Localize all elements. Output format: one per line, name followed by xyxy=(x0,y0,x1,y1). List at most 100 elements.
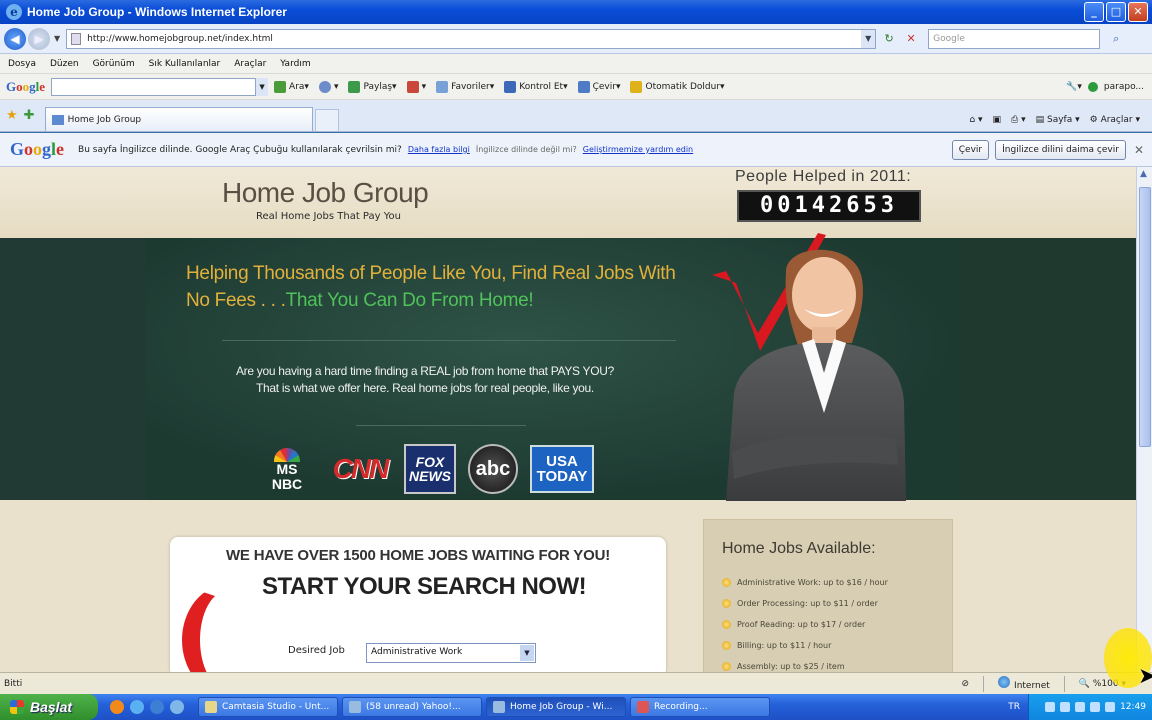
help-improve-link[interactable]: Geliştirmemize yardım edin xyxy=(583,145,693,154)
tab-label: Home Job Group xyxy=(67,114,142,125)
url-input[interactable]: http://www.homejobgroup.net/index.html ▼ xyxy=(66,28,877,49)
toolbar-favorites-button[interactable]: Favoriler ▾ xyxy=(436,80,494,93)
menu-view[interactable]: Görünüm xyxy=(93,59,135,69)
tray-app-icon[interactable] xyxy=(1075,702,1086,712)
menu-tools[interactable]: Araçlar xyxy=(234,59,266,69)
toolbar-autofill-button[interactable]: Otomatik Doldur ▾ xyxy=(630,80,725,93)
toolbar-search-label: Ara xyxy=(289,81,305,92)
search-icon[interactable]: ⌕ xyxy=(1104,32,1128,46)
popup-blocker-icon[interactable]: ⊘ xyxy=(962,679,970,689)
task-yahoo[interactable]: (58 unread) Yahoo!... xyxy=(342,697,482,717)
scroll-up-icon[interactable]: ▲ xyxy=(1140,169,1147,179)
refresh-icon[interactable]: ↻ xyxy=(880,32,898,45)
menu-edit[interactable]: Düzen xyxy=(50,59,79,69)
tray-network-icon[interactable] xyxy=(1045,702,1056,712)
search-input[interactable]: Google xyxy=(928,28,1101,49)
tools-menu-label: Araçlar xyxy=(1100,115,1133,125)
history-dropdown-icon[interactable]: ▼ xyxy=(54,34,60,43)
search-panel-heading: WE HAVE OVER 1500 HOME JOBS WAITING FOR … xyxy=(225,547,611,564)
toolbar-translate-button[interactable]: Çevir ▾ xyxy=(577,80,620,93)
maximize-button[interactable]: □ xyxy=(1106,2,1126,22)
msnbc-logo-top: MS xyxy=(276,461,298,477)
fox-news-logo-icon: FOX NEWS xyxy=(404,444,456,494)
task-label: Home Job Group - Wi... xyxy=(510,702,613,712)
print-icon[interactable]: ⎙ ▾ xyxy=(1011,115,1026,125)
list-item: Order Processing: up to $11 / order xyxy=(722,593,888,614)
profile-name[interactable]: parapo... xyxy=(1104,82,1144,92)
counter-label: People Helped in 2011: xyxy=(735,168,912,185)
menu-bar: Dosya Düzen Görünüm Sık Kullanılanlar Ar… xyxy=(0,54,1152,74)
windows-flag-icon xyxy=(10,700,24,714)
job-item-text: Order Processing: up to $11 / order xyxy=(737,599,878,608)
tab-page-icon xyxy=(51,114,64,125)
menu-file[interactable]: Dosya xyxy=(8,59,36,69)
window-titlebar[interactable]: e Home Job Group - Windows Internet Expl… xyxy=(0,0,1152,24)
spellcheck-icon xyxy=(504,80,517,93)
toolbar-globe-button[interactable]: ▾ xyxy=(318,80,338,93)
tab-bar: ★ ✚ Home Job Group ⌂ ▾ ▣ ⎙ ▾ ▤ Sayfa ▾ ⚙… xyxy=(0,100,1152,132)
toolbar-share-button[interactable]: Paylaş ▾ xyxy=(348,80,397,93)
bullet-icon xyxy=(722,620,731,629)
feeds-icon[interactable]: ▣ xyxy=(993,115,1002,125)
chevron-down-icon[interactable]: ▼ xyxy=(520,645,534,661)
wrench-icon[interactable]: 🔧▾ xyxy=(1066,82,1082,92)
stop-icon[interactable]: ✕ xyxy=(902,32,920,45)
menu-help[interactable]: Yardım xyxy=(280,59,310,69)
task-recording[interactable]: Recording... xyxy=(630,697,770,717)
google-search-input[interactable] xyxy=(51,77,257,96)
taskbar: Başlat Camtasia Studio - Unt... (58 unre… xyxy=(0,694,1152,720)
clock[interactable]: 12:49 xyxy=(1120,702,1146,712)
more-info-link[interactable]: Daha fazla bilgi xyxy=(408,145,470,154)
status-bar: Bitti ⊘ Internet 🔍 %100 ▾ xyxy=(0,672,1152,694)
google-search-dropdown-icon[interactable]: ▼ xyxy=(256,77,269,96)
job-item-text: Administrative Work: up to $16 / hour xyxy=(737,578,888,587)
toolbar-mail-button[interactable]: ▾ xyxy=(406,80,426,93)
scrollbar-thumb[interactable] xyxy=(1139,187,1151,447)
tray-volume-icon[interactable] xyxy=(1060,702,1071,712)
site-tagline: Real Home Jobs That Pay You xyxy=(256,211,401,222)
tab-home-job-group[interactable]: Home Job Group xyxy=(44,107,313,131)
desired-job-select[interactable]: Administrative Work ▼ xyxy=(366,643,536,663)
vertical-scrollbar[interactable]: ▲ xyxy=(1136,167,1152,672)
address-bar: ◀ ▶ ▼ http://www.homejobgroup.net/index.… xyxy=(0,24,1152,54)
forward-button[interactable]: ▶ xyxy=(28,27,50,50)
tools-menu-button[interactable]: ⚙ Araçlar ▾ xyxy=(1090,115,1140,125)
task-camtasia[interactable]: Camtasia Studio - Unt... xyxy=(198,697,338,717)
jobs-available-panel: Home Jobs Available: Administrative Work… xyxy=(703,519,953,672)
minimize-button[interactable]: _ xyxy=(1084,2,1104,22)
start-button[interactable]: Başlat xyxy=(0,694,98,720)
messenger-icon[interactable] xyxy=(150,700,164,714)
translate-button[interactable]: Çevir xyxy=(951,139,990,160)
firefox-icon[interactable] xyxy=(110,700,124,714)
security-zone[interactable]: Internet xyxy=(998,676,1050,691)
url-dropdown-icon[interactable]: ▼ xyxy=(861,29,876,48)
close-button[interactable]: ✕ xyxy=(1128,2,1148,22)
pencil-icon xyxy=(630,80,643,93)
mouse-pointer-icon: ➤ xyxy=(1138,664,1152,689)
toolbar-search-button[interactable]: Ara ▾ xyxy=(274,80,309,93)
home-icon[interactable]: ⌂ ▾ xyxy=(969,115,982,125)
new-tab-button[interactable] xyxy=(314,109,339,131)
menu-favorites[interactable]: Sık Kullanılanlar xyxy=(149,59,221,69)
site-brand[interactable]: Home Job Group xyxy=(222,177,429,209)
globe-icon xyxy=(998,676,1011,688)
page-menu-button[interactable]: ▤ Sayfa ▾ xyxy=(1036,115,1080,125)
ie-icon[interactable] xyxy=(130,700,144,714)
show-desktop-icon[interactable] xyxy=(170,700,184,714)
always-translate-button[interactable]: İngilizce dilini daima çevir xyxy=(995,139,1126,160)
status-divider xyxy=(983,675,985,692)
fox-logo-top: FOX xyxy=(415,454,445,470)
toolbar-spellcheck-button[interactable]: Kontrol Et ▾ xyxy=(504,80,568,93)
star-icon xyxy=(436,80,449,93)
close-translate-bar-icon[interactable]: ✕ xyxy=(1134,143,1144,157)
back-button[interactable]: ◀ xyxy=(4,27,26,50)
hero-divider xyxy=(222,340,676,341)
language-indicator[interactable]: TR xyxy=(1008,702,1020,712)
tray-security-icon[interactable] xyxy=(1090,702,1101,712)
favorites-center-icon[interactable]: ★ xyxy=(6,108,18,123)
globe-icon xyxy=(318,80,331,93)
tray-update-icon[interactable] xyxy=(1105,702,1116,712)
add-favorite-icon[interactable]: ✚ xyxy=(24,108,35,123)
task-home-job-group[interactable]: Home Job Group - Wi... xyxy=(486,697,626,717)
translate-icon xyxy=(577,80,590,93)
